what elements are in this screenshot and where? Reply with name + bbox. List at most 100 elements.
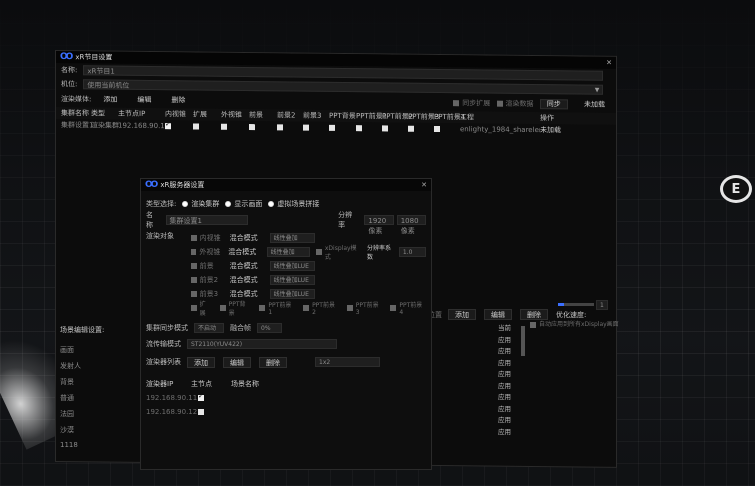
unload-button[interactable]: 未加载 bbox=[578, 100, 611, 109]
ppt-fg3-checkbox[interactable] bbox=[408, 125, 414, 132]
type-label: 类型选择: bbox=[146, 200, 177, 208]
layer-name: 前景2 bbox=[199, 276, 219, 284]
scrollbar[interactable] bbox=[521, 326, 525, 356]
render-list-header: 渲染器IP 主节点 场景名称 bbox=[146, 377, 426, 391]
inner-frustum-checkbox[interactable] bbox=[165, 123, 171, 130]
list-delete-button[interactable]: 删除 bbox=[259, 356, 287, 368]
apply-item[interactable]: 应用 bbox=[498, 380, 518, 392]
list-item[interactable]: 1118 bbox=[60, 441, 81, 457]
apply-item[interactable]: 应用 bbox=[498, 357, 518, 369]
master-checkbox[interactable] bbox=[198, 392, 204, 401]
ext-checkbox[interactable] bbox=[219, 305, 226, 311]
blend-select[interactable]: 线性叠加 bbox=[269, 233, 315, 243]
foreground3-checkbox[interactable] bbox=[303, 124, 309, 131]
blend-select[interactable]: 线性叠加LUE bbox=[269, 261, 315, 271]
res-coef-select[interactable]: 1.0 bbox=[398, 247, 427, 257]
sync-checkbox[interactable] bbox=[453, 100, 460, 107]
frame-label: 融合帧 bbox=[230, 324, 251, 332]
apply-item[interactable]: 当前 bbox=[498, 322, 518, 334]
scene-add-button[interactable]: 添加 bbox=[448, 309, 476, 320]
apply-item[interactable]: 应用 bbox=[498, 403, 518, 415]
layer-mode: 混合模式 bbox=[229, 290, 258, 298]
dialog-name-input[interactable]: 集群设置1 bbox=[165, 215, 249, 225]
render-checkbox[interactable] bbox=[496, 100, 503, 107]
radio-render-cluster[interactable] bbox=[182, 201, 189, 207]
apply-item[interactable]: 应用 bbox=[498, 426, 518, 438]
col-header: PPT前景4 bbox=[434, 112, 466, 122]
layer-checkbox[interactable] bbox=[190, 277, 197, 283]
layer-checkbox[interactable] bbox=[190, 263, 197, 269]
col-header: 扩展 bbox=[193, 110, 207, 119]
radio-virtual-stitch[interactable] bbox=[268, 201, 275, 207]
cell-check bbox=[329, 124, 356, 132]
opt2-label: 显示画面 bbox=[234, 200, 263, 208]
apply-item[interactable]: 应用 bbox=[498, 368, 518, 380]
radio-display[interactable] bbox=[225, 201, 232, 207]
server-settings-dialog: OO xR服务器设置 ✕ 类型选择: 渲染集群 显示画面 虚拟场景拼接 名称 集… bbox=[140, 178, 432, 470]
res-height-input[interactable]: 1080像素 bbox=[396, 215, 426, 235]
sync-mode-select[interactable]: 不启动 bbox=[194, 323, 224, 333]
list-item[interactable]: 法园 bbox=[60, 409, 81, 425]
ppt-fg1-checkbox[interactable] bbox=[356, 125, 362, 132]
slider-label: 优化速度: bbox=[556, 310, 587, 319]
sync-button[interactable]: 同步 bbox=[539, 99, 568, 110]
layer-checkbox[interactable] bbox=[190, 291, 197, 297]
foreground2-checkbox[interactable] bbox=[277, 124, 283, 131]
extend-checkbox[interactable] bbox=[193, 123, 199, 130]
frame-input[interactable]: 0% bbox=[257, 323, 282, 333]
blend-select[interactable]: 线性叠加LUE bbox=[269, 289, 315, 299]
edit-button[interactable]: 编辑 bbox=[131, 94, 157, 105]
table-row[interactable]: 192.168.90.12 bbox=[146, 405, 426, 419]
ext-checkbox[interactable] bbox=[346, 305, 353, 311]
apply-item[interactable]: 应用 bbox=[498, 391, 518, 403]
dialog-close-icon[interactable]: ✕ bbox=[421, 181, 427, 189]
speed-value[interactable]: 1 bbox=[596, 300, 608, 310]
apply-item[interactable]: 应用 bbox=[498, 414, 518, 426]
xdisplay-checkbox[interactable] bbox=[316, 249, 322, 255]
cell-check bbox=[193, 122, 221, 130]
list-item[interactable]: 背景 bbox=[60, 377, 81, 393]
ppt-fg2-checkbox[interactable] bbox=[382, 125, 388, 132]
layer-checkbox[interactable] bbox=[190, 235, 197, 241]
delete-button[interactable]: 删除 bbox=[165, 95, 191, 106]
ext-checkbox[interactable] bbox=[303, 305, 310, 311]
dialog-titlebar: OO xR服务器设置 ✕ bbox=[141, 179, 431, 191]
scene-edit-button[interactable]: 编辑 bbox=[484, 309, 512, 320]
table-row[interactable]: 192.168.90.11 bbox=[146, 391, 426, 405]
res-width-input[interactable]: 1920像素 bbox=[364, 215, 394, 235]
layer-row: 前景2 混合模式 线性叠加LUE bbox=[190, 273, 426, 287]
dialog-title: xR服务器设置 bbox=[160, 181, 205, 189]
outer-frustum-checkbox[interactable] bbox=[221, 123, 227, 130]
ext-checkbox[interactable] bbox=[390, 305, 397, 311]
ppt-fg4-checkbox[interactable] bbox=[434, 125, 440, 133]
layer-mode: 混合模式 bbox=[228, 248, 257, 256]
apply-column: 当前 应用 应用 应用 应用 应用 应用 应用 应用 应用 bbox=[498, 322, 518, 437]
ext-checkbox[interactable] bbox=[190, 305, 197, 311]
apply-item[interactable]: 应用 bbox=[498, 345, 518, 357]
render-list-toolbar: 渲染器列表 添加 编辑 删除 1x2 bbox=[146, 355, 426, 369]
close-icon[interactable]: ✕ bbox=[606, 59, 612, 67]
col-header: PPT前景2 bbox=[382, 112, 414, 121]
blend-select[interactable]: 线性叠加 bbox=[266, 247, 311, 257]
layer-checkbox[interactable] bbox=[190, 249, 197, 255]
list-add-button[interactable]: 添加 bbox=[187, 356, 215, 368]
auto-apply-checkbox[interactable] bbox=[530, 321, 536, 328]
type-row: 类型选择: 渲染集群 显示画面 虚拟场景拼接 bbox=[146, 197, 426, 211]
stream-mode-select[interactable]: ST2110(YUV422) bbox=[187, 339, 337, 349]
add-button[interactable]: 添加 bbox=[97, 94, 123, 105]
list-item[interactable]: 发射人 bbox=[60, 361, 81, 377]
ext-checkbox[interactable] bbox=[259, 305, 266, 311]
apply-item[interactable]: 应用 bbox=[498, 334, 518, 346]
ppt-bg-checkbox[interactable] bbox=[329, 124, 335, 131]
list-item[interactable]: 画面 bbox=[60, 345, 81, 361]
list-edit-button[interactable]: 编辑 bbox=[223, 356, 251, 368]
list-item[interactable]: 沙漠 bbox=[60, 425, 81, 441]
foreground-checkbox[interactable] bbox=[249, 124, 255, 131]
blend-select[interactable]: 线性叠加LUE bbox=[269, 275, 315, 285]
list-item[interactable]: 普通 bbox=[60, 393, 81, 409]
render-object-section: 渲染对象 内视锥 混合模式 线性叠加 外视锥 混合模式 线性叠加 xDispla… bbox=[146, 231, 427, 317]
cell-action[interactable]: 未加载 bbox=[540, 125, 570, 135]
master-checkbox[interactable] bbox=[198, 409, 204, 415]
cell-project[interactable]: enlighty_1984_sharelenlighty bbox=[460, 125, 540, 134]
layout-select[interactable]: 1x2 bbox=[315, 357, 380, 367]
